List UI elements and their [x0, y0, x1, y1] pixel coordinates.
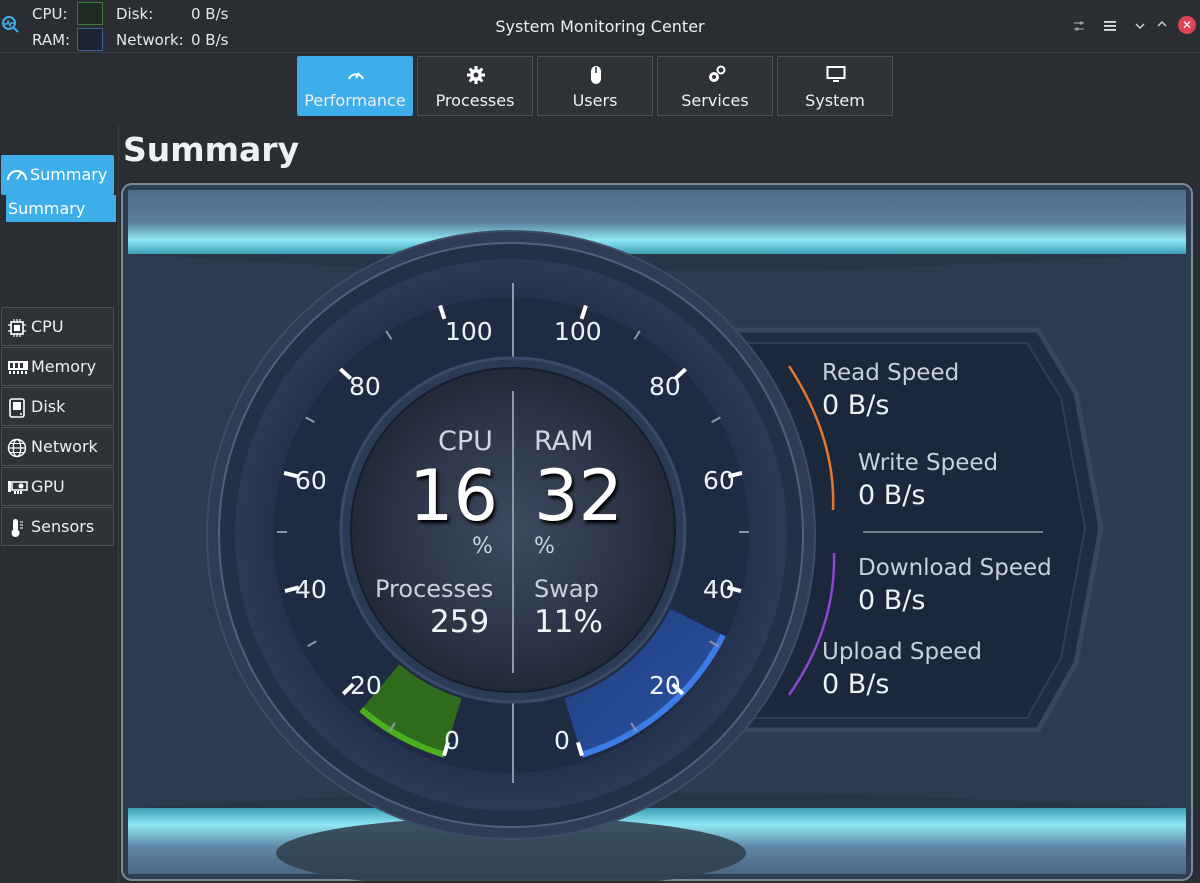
- write-speed-label: Write Speed: [858, 450, 999, 476]
- tab-users-label: Users: [572, 91, 618, 110]
- tab-services-label: Services: [681, 91, 749, 110]
- memory-icon: [8, 361, 28, 374]
- swap-label: Swap: [534, 575, 599, 603]
- tab-performance[interactable]: Performance: [297, 56, 413, 116]
- cpu-label: CPU: [438, 426, 493, 457]
- left-scale-label-60: 60: [295, 466, 327, 495]
- cpu-chip-icon: [8, 319, 26, 337]
- mouse-icon: [591, 66, 601, 84]
- swap-value: 11%: [534, 604, 603, 640]
- cpu-value: 16: [409, 455, 499, 537]
- right-scale-label-80: 80: [649, 372, 681, 401]
- disk-icon: [9, 398, 25, 418]
- left-scale-label-80: 80: [349, 372, 381, 401]
- hamburger-menu-icon[interactable]: [1103, 19, 1117, 33]
- left-scale-label-100: 100: [445, 317, 493, 346]
- sidebar-item-memory[interactable]: Memory: [1, 347, 114, 386]
- sidebar-item-memory-label: Memory: [31, 357, 97, 376]
- sidebar-item-disk-label: Disk: [31, 397, 66, 416]
- right-scale-label-60: 60: [703, 466, 735, 495]
- write-speed-value: 0 B/s: [858, 480, 926, 511]
- tab-performance-label: Performance: [304, 91, 406, 110]
- sidebar-item-disk[interactable]: Disk: [1, 387, 114, 426]
- sidebar-divider: [118, 125, 119, 883]
- gears-icon: [709, 65, 726, 82]
- tab-services[interactable]: Services: [657, 56, 773, 116]
- sidebar-item-cpu[interactable]: CPU: [1, 307, 114, 346]
- thermometer-icon: [11, 519, 23, 537]
- sidebar-item-sensors[interactable]: Sensors: [1, 507, 114, 546]
- ram-percent-sign: %: [534, 534, 555, 559]
- sidebar-item-summary-label: Summary: [30, 165, 108, 184]
- right-scale-label-0: 0: [554, 726, 570, 755]
- sidebar-item-network-label: Network: [31, 437, 98, 456]
- gpu-icon: [8, 481, 28, 494]
- globe-icon: [7, 438, 27, 458]
- ram-value: 32: [534, 455, 624, 537]
- gauge-icon: [7, 170, 27, 181]
- sidebar-item-summary[interactable]: Summary: [1, 155, 114, 195]
- tab-processes[interactable]: Processes: [417, 56, 533, 116]
- page-title: Summary: [123, 130, 300, 169]
- sidebar-item-sensors-label: Sensors: [31, 517, 95, 536]
- upload-speed-label: Upload Speed: [822, 639, 983, 665]
- tab-system[interactable]: System: [777, 56, 893, 116]
- gauge-icon: [348, 72, 364, 80]
- read-speed-value: 0 B/s: [822, 390, 890, 421]
- sidebar-item-gpu[interactable]: GPU: [1, 467, 114, 506]
- title-bar: CPU: RAM: Disk: 0 B/s Network: 0 B/s Sys…: [0, 0, 1200, 53]
- tab-system-label: System: [805, 91, 865, 110]
- left-scale-label-20: 20: [350, 671, 382, 700]
- close-icon[interactable]: ✕: [1178, 16, 1196, 34]
- download-speed-value: 0 B/s: [858, 585, 926, 616]
- minimize-chevron-icon[interactable]: [1134, 20, 1146, 32]
- left-scale-label-0: 0: [444, 726, 460, 755]
- processes-label: Processes: [375, 575, 494, 603]
- left-scale-label-40: 40: [295, 575, 327, 604]
- gear-icon: [467, 66, 485, 84]
- sidebar-item-gpu-label: GPU: [31, 477, 65, 496]
- upload-speed-value: 0 B/s: [822, 669, 890, 700]
- ram-label: RAM: [534, 426, 594, 457]
- right-scale-label-40: 40: [703, 575, 735, 604]
- processes-value: 259: [430, 604, 490, 640]
- read-speed-label: Read Speed: [822, 360, 960, 386]
- settings-toggle-icon[interactable]: [1072, 19, 1086, 33]
- tab-processes-label: Processes: [435, 91, 515, 110]
- sidebar-item-cpu-label: CPU: [31, 317, 64, 336]
- window-title: System Monitoring Center: [495, 17, 705, 36]
- maximize-chevron-icon[interactable]: [1156, 18, 1168, 30]
- download-speed-label: Download Speed: [858, 555, 1052, 581]
- tab-users[interactable]: Users: [537, 56, 653, 116]
- right-scale-label-100: 100: [554, 317, 602, 346]
- right-scale-label-20: 20: [649, 671, 681, 700]
- monitor-icon: [826, 66, 846, 82]
- top-glow-band: [128, 190, 1186, 254]
- sidebar-subitem-summary[interactable]: Summary: [6, 195, 116, 222]
- cpu-percent-sign: %: [472, 534, 493, 559]
- summary-dashboard: [121, 183, 1193, 881]
- sidebar-item-network[interactable]: Network: [1, 427, 114, 466]
